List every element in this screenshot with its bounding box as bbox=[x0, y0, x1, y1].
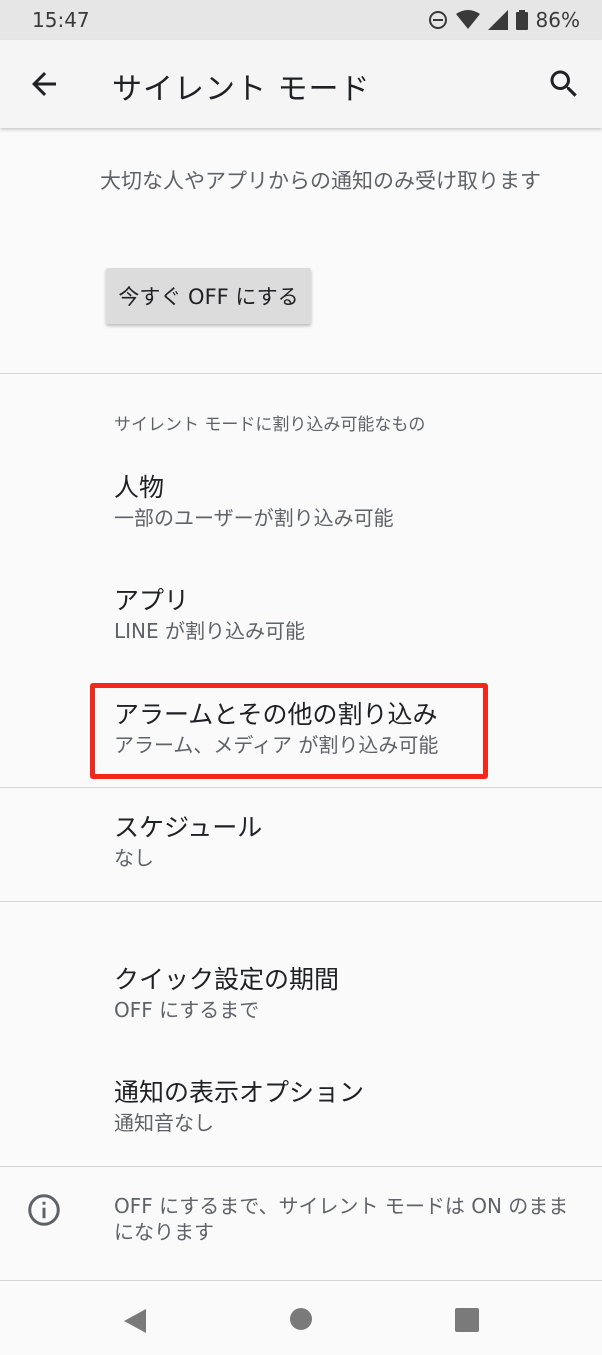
search-icon[interactable] bbox=[546, 66, 582, 102]
nav-back-icon[interactable] bbox=[122, 1307, 148, 1335]
setting-notification-display-options[interactable]: 通知の表示オプション 通知音なし bbox=[114, 1077, 584, 1137]
setting-title: スケジュール bbox=[114, 813, 263, 842]
battery-percent: 86% bbox=[535, 8, 580, 32]
setting-title: アプリ bbox=[114, 586, 190, 615]
setting-subtitle: LINE が割り込み可能 bbox=[114, 619, 305, 643]
footer-info-text: OFF にするまで、サイレント モードは ON のままになります bbox=[114, 1194, 569, 1244]
turn-off-now-button[interactable]: 今すぐ OFF にする bbox=[106, 268, 311, 324]
setting-title: クイック設定の期間 bbox=[114, 965, 340, 994]
dnd-description: 大切な人やアプリからの通知のみ受け取ります bbox=[100, 169, 541, 193]
info-icon bbox=[28, 1194, 60, 1226]
arrow-back-icon[interactable] bbox=[26, 66, 62, 102]
setting-title: 通知の表示オプション bbox=[114, 1078, 365, 1107]
divider bbox=[0, 901, 602, 902]
setting-quick-settings-duration[interactable]: クイック設定の期間 OFF にするまで bbox=[114, 964, 584, 1024]
section-header-interruptions: サイレント モードに割り込み可能なもの bbox=[114, 415, 426, 435]
nav-home-icon[interactable] bbox=[289, 1307, 313, 1331]
navigation-bar bbox=[0, 1281, 602, 1355]
app-bar: サイレント モード bbox=[0, 40, 602, 128]
setting-subtitle: 通知音なし bbox=[114, 1111, 214, 1135]
setting-schedule[interactable]: スケジュール なし bbox=[114, 812, 584, 872]
dnd-icon bbox=[428, 11, 447, 29]
setting-people[interactable]: 人物 一部のユーザーが割り込み可能 bbox=[114, 472, 584, 532]
setting-subtitle: OFF にするまで bbox=[114, 998, 260, 1022]
setting-subtitle: なし bbox=[114, 846, 154, 870]
setting-title: 人物 bbox=[114, 473, 165, 502]
setting-subtitle: 一部のユーザーが割り込み可能 bbox=[114, 506, 394, 530]
nav-recent-apps-icon[interactable] bbox=[454, 1307, 480, 1333]
status-icons: 86% bbox=[428, 8, 580, 32]
setting-apps[interactable]: アプリ LINE が割り込み可能 bbox=[114, 585, 584, 645]
signal-icon bbox=[487, 10, 508, 30]
battery-icon bbox=[515, 10, 528, 30]
page-title: サイレント モード bbox=[112, 72, 371, 107]
highlight-box bbox=[90, 683, 488, 779]
divider bbox=[0, 373, 602, 374]
wifi-icon bbox=[455, 10, 480, 29]
divider bbox=[0, 787, 602, 788]
status-time: 15:47 bbox=[32, 8, 90, 32]
status-bar: 15:47 86% bbox=[0, 0, 602, 40]
divider bbox=[0, 1166, 602, 1167]
